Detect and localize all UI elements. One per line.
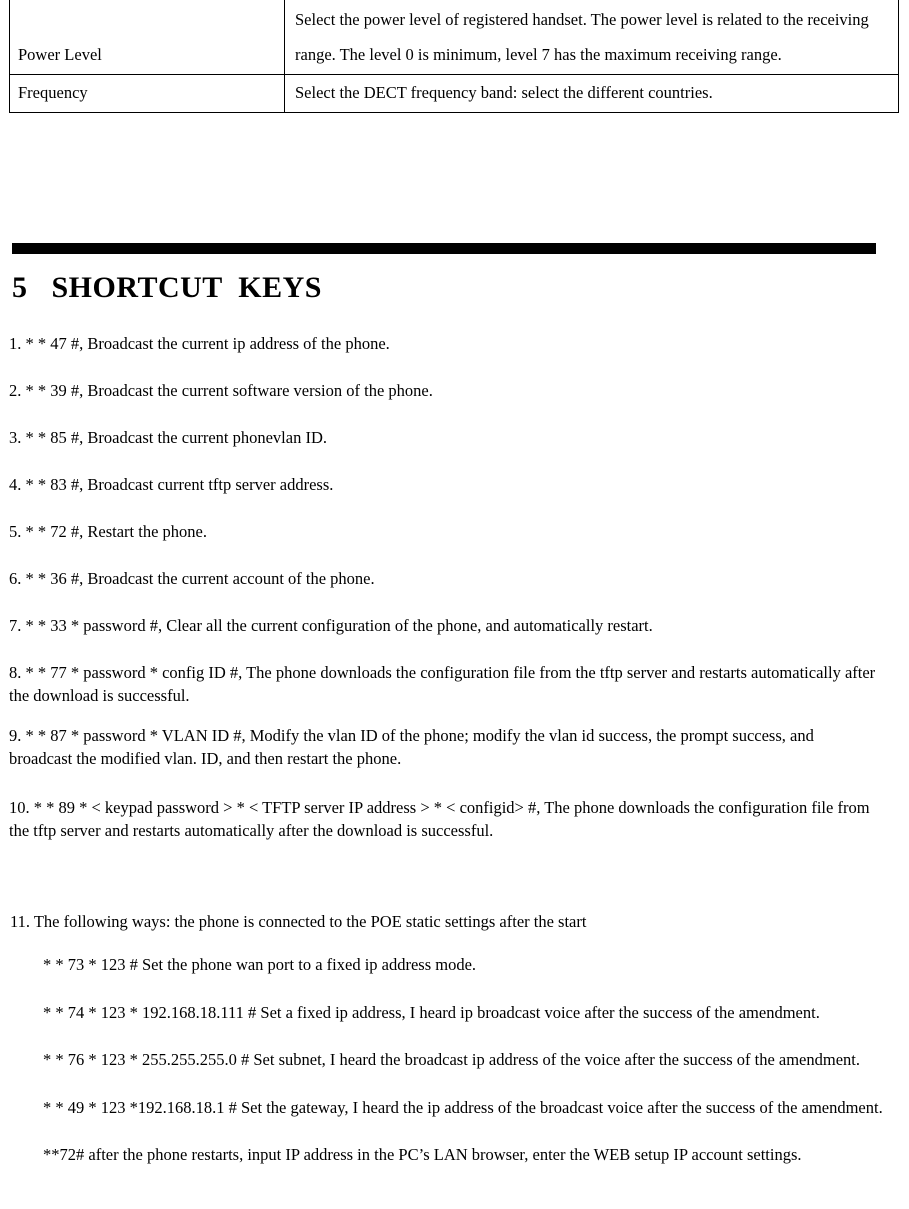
list-item: * * 49 * 123 *192.168.18.1 # Set the gat… (43, 1097, 883, 1117)
table-row: Frequency Select the DECT frequency band… (9, 74, 899, 113)
spec-description-frequency: Select the DECT frequency band: select t… (295, 83, 713, 102)
list-item: **72# after the phone restarts, input IP… (43, 1145, 802, 1164)
table-cell-label: Power Level (9, 0, 285, 75)
list-item: * * 73 * 123 # Set the phone wan port to… (43, 955, 477, 974)
table-row: Power Level Select the power level of re… (9, 0, 899, 75)
spec-table-body: Power Level Select the power level of re… (9, 0, 899, 113)
list-item: 3. * * 85 #, Broadcast the current phone… (9, 428, 327, 447)
shortcut-key-list: 1. * * 47 #, Broadcast the current ip ad… (9, 332, 881, 842)
table-cell-description: Select the DECT frequency band: select t… (284, 74, 899, 113)
list-item: * * 76 * 123 * 255.255.255.0 # Set subne… (43, 1050, 860, 1069)
list-item: 9. * * 87 * password * VLAN ID #, Modify… (9, 726, 814, 768)
list-item: * * 74 * 123 * 192.168.18.111 # Set a fi… (43, 1002, 820, 1022)
spec-label-frequency: Frequency (18, 83, 88, 102)
section-divider-bar (12, 243, 876, 254)
list-item: 11. The following ways: the phone is con… (10, 911, 587, 931)
list-item: 5. * * 72 #, Restart the phone. (9, 522, 207, 541)
spec-table: Power Level Select the power level of re… (9, 0, 899, 113)
spec-description-power-level: Select the power level of registered han… (295, 10, 869, 64)
page-title: 5 SHORTCUT KEYS (12, 271, 322, 304)
poe-static-settings-steps: 11. The following ways: the phone is con… (9, 893, 889, 1187)
list-item: 1. * * 47 #, Broadcast the current ip ad… (9, 334, 390, 353)
list-item: 7. * * 33 * password #, Clear all the cu… (9, 616, 653, 635)
list-item: 8. * * 77 * password * config ID #, The … (9, 663, 876, 705)
list-item: 10. * * 89 * < keypad password > * < TFT… (9, 798, 870, 840)
list-item: 2. * * 39 #, Broadcast the current softw… (9, 381, 433, 400)
spec-label-power-level: Power Level (18, 45, 102, 64)
table-cell-description: Select the power level of registered han… (284, 0, 899, 75)
list-item: 4. * * 83 #, Broadcast current tftp serv… (9, 475, 334, 494)
table-cell-label: Frequency (9, 74, 285, 113)
list-item: 6. * * 36 #, Broadcast the current accou… (9, 569, 375, 588)
